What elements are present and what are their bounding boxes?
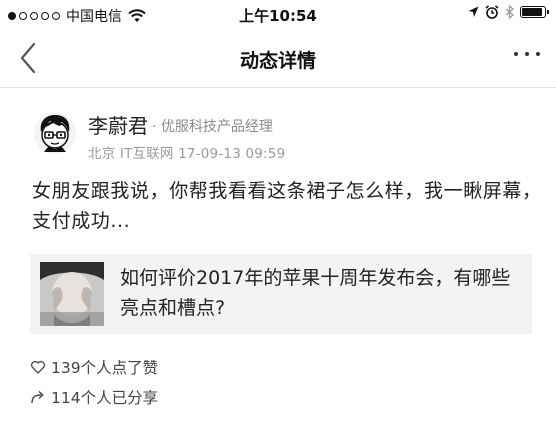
bluetooth-icon [505, 5, 514, 19]
page-title: 动态详情 [239, 50, 316, 72]
heart-outline-icon [31, 360, 45, 374]
alarm-icon [485, 5, 499, 19]
location-arrow-icon [468, 6, 479, 17]
post-meta: 北京 IT互联网 17-09-13 09:59 [88, 146, 286, 162]
avatar[interactable] [34, 112, 76, 154]
status-right [468, 5, 549, 19]
likes-label: 139个人点了赞 [51, 359, 159, 377]
question-title: 如何评价2017年的苹果十周年发布会，有哪些亮点和槽点? [120, 267, 511, 319]
shares-label: 114个人已分享 [51, 389, 159, 407]
battery-icon [520, 6, 549, 18]
ellipsis-icon [514, 52, 518, 56]
likes-count[interactable]: 139个人点了赞 [30, 356, 158, 378]
author-name[interactable]: 李蔚君 [88, 110, 148, 139]
share-arrow-icon [31, 390, 44, 404]
nav-bar: 动态详情 [0, 30, 556, 88]
shares-count[interactable]: 114个人已分享 [30, 386, 158, 408]
post-detail: 李蔚君 · 优服科技产品经理 北京 IT互联网 17-09-13 09:59 女… [0, 88, 556, 442]
author-title: · 优服科技产品经理 [152, 119, 273, 135]
linked-question-card[interactable]: 如何评价2017年的苹果十周年发布会，有哪些亮点和槽点? [30, 254, 532, 334]
more-options-button[interactable] [510, 48, 544, 60]
post-body-text: 女朋友跟我说，你帮我看看这条裙子怎么样，我一瞅屏幕，支付成功... [32, 180, 542, 232]
question-thumbnail [40, 262, 104, 326]
status-bar: 中国电信 上午10:54 [0, 0, 556, 30]
